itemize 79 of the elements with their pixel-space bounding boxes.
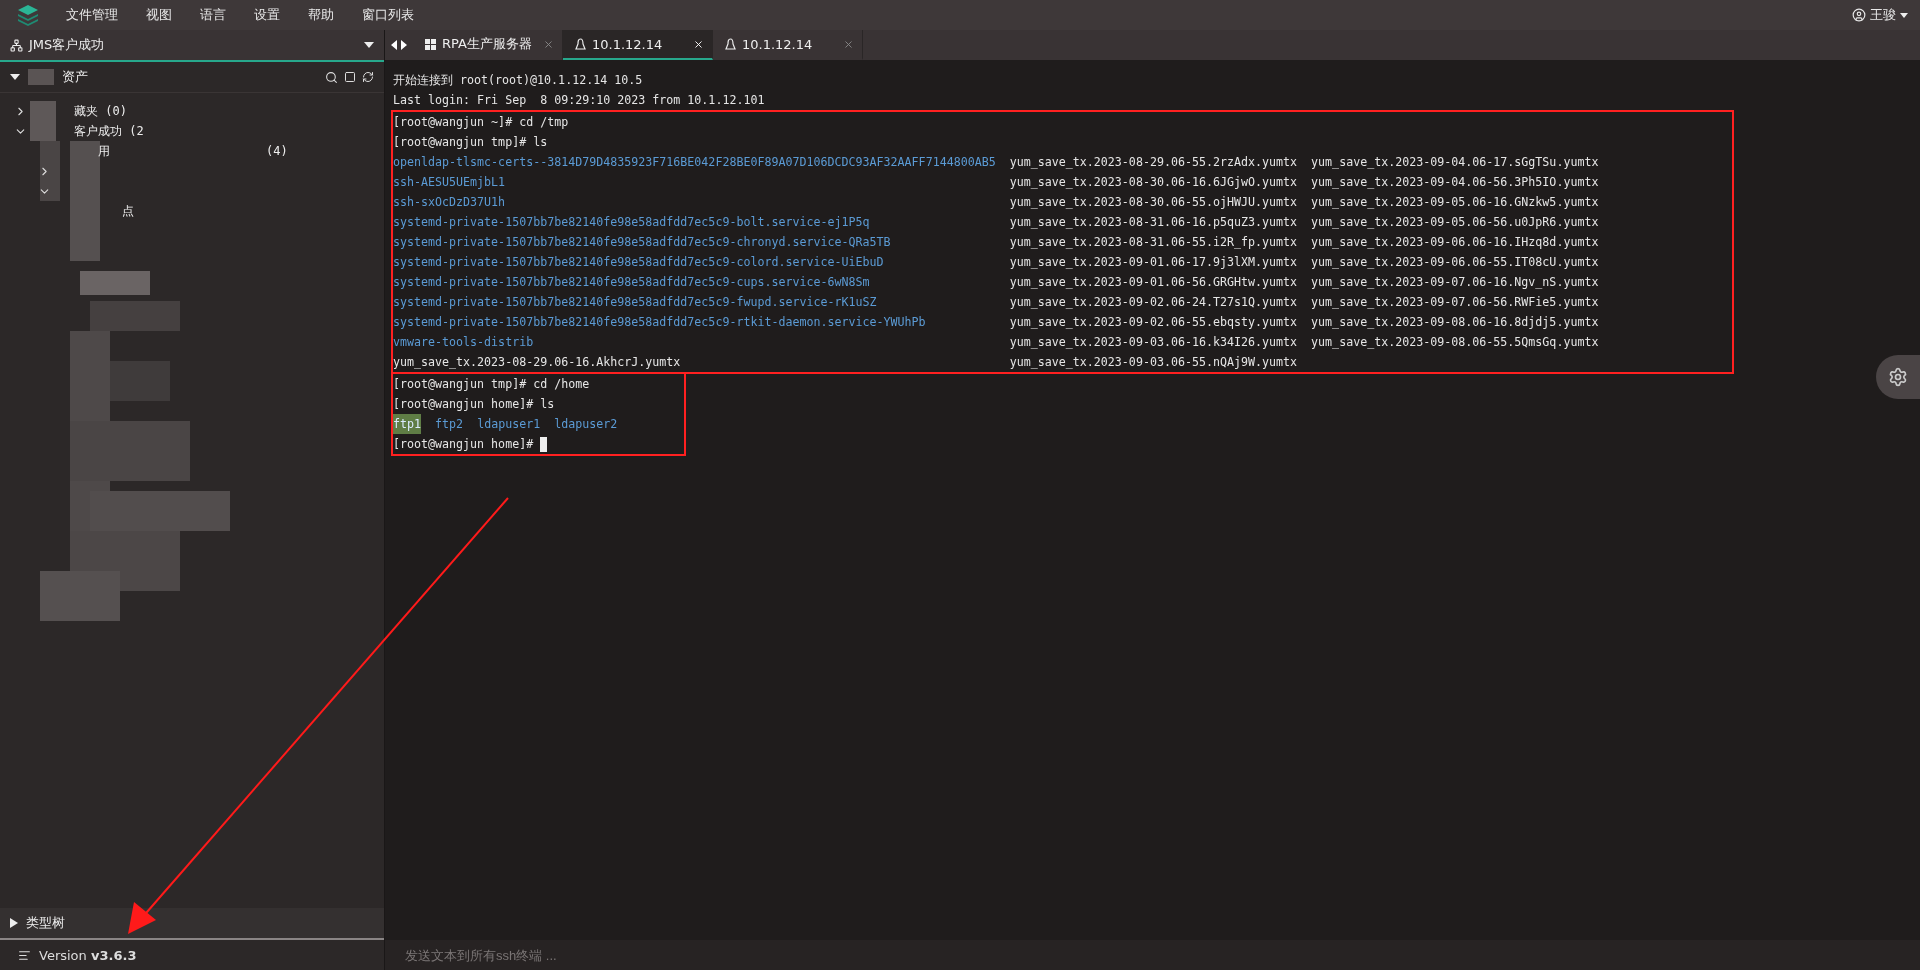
dropdown-caret-icon[interactable] (364, 42, 374, 48)
file-name: yum_save_tx.2023-09-03.06-16.k34I26.yumtx (1009, 334, 1298, 351)
file-name: yum_save_tx.2023-09-06.06-55.IT08cU.yumtx (1311, 254, 1599, 271)
file-name: yum_save_tx.2023-08-30.06-55.ojHWJU.yumtx (1009, 194, 1298, 211)
file-name: yum_save_tx.2023-09-02.06-24.T27s1Q.yumtx (1009, 294, 1298, 311)
file-name: ftp2 (435, 416, 464, 433)
file-name: yum_save_tx.2023-09-02.06-55.ebqsty.yumtx (1009, 314, 1298, 331)
menu-item[interactable]: 文件管理 (66, 6, 118, 24)
list-icon (18, 948, 31, 962)
network-icon (10, 38, 23, 52)
terminal-line: Last login: Fri Sep 8 09:29:10 2023 from 10.1.12.101 (393, 92, 766, 109)
terminal-line: [root@wangjun tmp]# ls (393, 134, 549, 151)
terminal-line: [root@wangjun home]# (393, 437, 535, 451)
collapse-caret-icon[interactable] (10, 72, 20, 82)
file-name: yum_save_tx.2023-09-08.06-55.5QmsGq.yumtx (1311, 334, 1599, 351)
file-name: systemd-private-1507bb7be82140fe98e58adfdd7ec5c9-cups.service-6wN8Sm (393, 274, 870, 291)
menu-item[interactable]: 帮助 (308, 6, 334, 24)
close-icon[interactable] (693, 38, 704, 50)
terminal-line: 开始连接到 root(root)@10.1.12.14 10.5 (393, 72, 644, 89)
file-name: yum_save_tx.2023-08-31.06-16.p5quZ3.yumtx (1009, 214, 1298, 231)
user-avatar-icon (1852, 8, 1866, 22)
file-name: systemd-private-1507bb7be82140fe98e58adfdd7ec5c9-chronyd.service-QRa5TB (393, 234, 891, 251)
tree-item-label[interactable]: 藏夹 (0) (74, 102, 127, 120)
file-name: yum_save_tx.2023-09-07.06-16.Ngv_nS.yumtx (1311, 274, 1599, 291)
broadcast-input[interactable]: 发送文本到所有ssh终端 ... (403, 946, 1902, 964)
terminal-cursor (540, 437, 548, 452)
file-name: yum_save_tx.2023-09-04.06-56.3Ph5IO.yumtx (1311, 174, 1599, 191)
file-name: ssh-sxOcDzD37U1h (393, 194, 506, 211)
terminal-tab[interactable]: 10.1.12.14 (713, 30, 863, 60)
layers-logo-icon (16, 3, 40, 27)
caret-icon[interactable] (1900, 12, 1908, 18)
file-name: yum_save_tx.2023-09-01.06-56.GRGHtw.yumtx (1009, 274, 1298, 291)
file-name: yum_save_tx.2023-08-31.06-55.i2R_fp.yumtx (1009, 234, 1298, 251)
workspace-selector[interactable]: JMS客户成功 (0, 30, 384, 62)
file-name: yum_save_tx.2023-09-03.06-55.nQAj9W.yumtx (1009, 354, 1298, 371)
file-name: yum_save_tx.2023-08-29.06-16.AkhcrJ.yumtx (393, 354, 681, 371)
file-name: systemd-private-1507bb7be82140fe98e58adfdd7ec5c9-rtkit-daemon.service-YWUhPb (393, 314, 926, 331)
tree-item-label[interactable]: 用 (98, 142, 110, 160)
file-name: vmware-tools-distrib (393, 334, 534, 351)
pixelated-drawing (28, 69, 54, 85)
file-name: yum_save_tx.2023-08-29.06-55.2rzAdx.yumtx (1009, 154, 1298, 171)
file-name: ftp1 (393, 414, 422, 434)
refresh-icon[interactable] (362, 70, 374, 83)
file-name: yum_save_tx.2023-09-01.06-17.9j3lXM.yumtx (1009, 254, 1298, 271)
terminal-line: [root@wangjun home]# ls (393, 396, 556, 413)
file-name: systemd-private-1507bb7be82140fe98e58adfdd7ec5c9-colord.service-UiEbuD (393, 254, 884, 271)
file-name: ldapuser2 (554, 416, 618, 433)
file-name: systemd-private-1507bb7be82140fe98e58adfdd7ec5c9-bolt.service-ej1P5q (393, 214, 870, 231)
file-name: yum_save_tx.2023-08-30.06-16.6JGjwO.yumtx (1009, 174, 1298, 191)
file-name: ssh-AESU5UEmjbL1 (393, 174, 506, 191)
search-icon[interactable] (325, 70, 338, 84)
section-title[interactable]: 资产 (62, 68, 88, 86)
user-name[interactable]: 王骏 (1870, 6, 1896, 24)
file-name: yum_save_tx.2023-09-06.06-16.IHzq8d.yumtx (1311, 234, 1599, 251)
terminal-line: [root@wangjun ~]# cd /tmp (393, 114, 570, 131)
file-name: openldap-tlsmc-certs--3814D79D4835923F716BE042F28BE0F89A07D106DCDC93AF32AAFF7144800AB5 (393, 154, 996, 171)
file-name: yum_save_tx.2023-09-08.06-16.8djdj5.yumtx (1311, 314, 1599, 331)
file-name: yum_save_tx.2023-09-05.06-56.u0JpR6.yumtx (1311, 214, 1599, 231)
tree-item-label[interactable]: 客户成功 (2 (74, 122, 144, 140)
menu-item[interactable]: 语言 (200, 6, 226, 24)
tree-item-label[interactable]: 点 (122, 202, 134, 220)
file-name: yum_save_tx.2023-09-07.06-56.RWFie5.yumtx (1311, 294, 1599, 311)
tree-item-count: (4) (266, 144, 288, 158)
section-title[interactable]: 类型树 (26, 914, 65, 932)
settings-icon[interactable] (1876, 355, 1920, 399)
file-name: yum_save_tx.2023-09-04.06-17.sGgTSu.yumtx (1311, 154, 1599, 171)
version-label: Version v3.6.3 (39, 947, 137, 963)
expand-caret-icon[interactable] (10, 918, 18, 928)
windows-icon (425, 38, 436, 50)
file-name: systemd-private-1507bb7be82140fe98e58adfdd7ec5c9-fwupd.service-rK1uSZ (393, 294, 877, 311)
terminal-line: [root@wangjun tmp]# cd /home (393, 376, 591, 393)
file-name: ldapuser1 (477, 416, 541, 433)
menu-item[interactable]: 设置 (254, 6, 280, 24)
menu-item[interactable]: 窗口列表 (362, 6, 414, 24)
menu-item[interactable]: 视图 (146, 6, 172, 24)
broadcast-bar[interactable]: 发送文本到所有ssh终端 ... (385, 940, 1920, 970)
terminal-tab[interactable]: 10.1.12.14 (563, 30, 713, 60)
square-icon[interactable] (344, 70, 356, 83)
file-name: yum_save_tx.2023-09-05.06-16.GNzkw5.yumtx (1311, 194, 1599, 211)
